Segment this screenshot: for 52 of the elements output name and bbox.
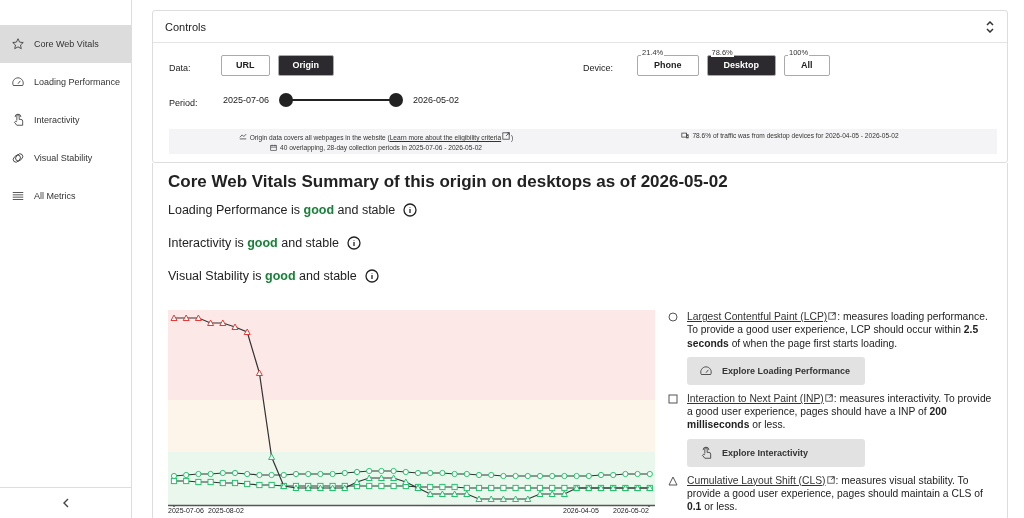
metric-link[interactable]: Largest Contentful Paint (LCP) [687, 311, 838, 322]
collapse-chevron-icon[interactable] [61, 498, 70, 508]
data-toggle[interactable]: Origin [277, 54, 334, 76]
devices-icon [681, 132, 690, 139]
metric-link[interactable]: Interaction to Next Paint (INP) [687, 392, 834, 404]
sidebar-item[interactable]: Visual Stability [0, 139, 131, 177]
external-link-icon [826, 475, 835, 484]
panel-title: Controls [165, 20, 206, 33]
status-text: Visual Stability is good and stable [168, 268, 357, 283]
chart-icon [238, 133, 247, 140]
gauge-icon [699, 363, 713, 378]
menu-icon [11, 189, 25, 203]
device-toggle[interactable]: All [784, 54, 830, 76]
calendar-icon [270, 144, 277, 151]
period-label: Period: [169, 97, 199, 108]
device-toggle[interactable]: Desktop [706, 54, 777, 76]
external-link-icon [502, 132, 511, 140]
triangle-marker-icon [668, 475, 678, 486]
device-toggle[interactable]: Phone [637, 54, 699, 76]
slider-handle[interactable] [389, 93, 404, 107]
gauge-icon [11, 75, 25, 89]
square-marker-icon [668, 393, 678, 404]
slider-handle[interactable] [279, 93, 294, 107]
sidebar-item[interactable]: Interactivity [0, 101, 131, 139]
sidebar-item[interactable]: Loading Performance [0, 63, 131, 101]
star-icon [11, 37, 25, 51]
metric-link[interactable]: Cumulative Layout Shift (CLS) [687, 474, 836, 486]
collapse-toggle-icon[interactable] [985, 20, 995, 33]
data-label: Data: [169, 62, 192, 73]
pointer-hand-icon [699, 445, 713, 460]
data-toggle[interactable]: URL [221, 54, 270, 76]
status-text: Loading Performance is good and stable [168, 202, 396, 217]
summary-title: Core Web Vitals Summary of this origin on desktops as of 2026-05-02 [168, 171, 729, 193]
external-link-icon [828, 312, 837, 320]
metric-description: Cumulative Layout Shift (CLS) : measures visual stability. To provide a good user experience, pages should maintain a CLS of 0.1 or less. [687, 473, 984, 514]
metric-description: Largest Contentful Paint (LCP) : measures loading performance. To provide a good user experience, LCP should occur within 2.5 seconds of when the page first starts loading. [687, 310, 989, 350]
period-end: 2026-05-02 [413, 95, 460, 105]
pointer-hand-icon [11, 113, 25, 127]
status-text: Interactivity is good and stable [168, 235, 339, 250]
explore-button[interactable]: Explore Interactivity [687, 438, 865, 467]
sidebar-item[interactable]: All Metrics [0, 177, 131, 215]
info-icon[interactable] [346, 235, 361, 250]
rings-icon [11, 151, 25, 165]
external-link-icon [824, 393, 833, 402]
explore-button[interactable]: Explore Loading Performance [687, 356, 865, 385]
device-label: Device: [583, 62, 614, 73]
info-icon[interactable] [403, 202, 418, 217]
period-start: 2025-07-06 [223, 95, 270, 105]
circle-marker-icon [668, 312, 678, 322]
metric-description: Interaction to Next Paint (INP) : measures interactivity. To provide a good user experience, pages should have a INP of 200 milliseconds or less. [687, 391, 993, 432]
sidebar-item[interactable]: Core Web Vitals [0, 25, 131, 63]
info-icon[interactable] [364, 268, 379, 283]
